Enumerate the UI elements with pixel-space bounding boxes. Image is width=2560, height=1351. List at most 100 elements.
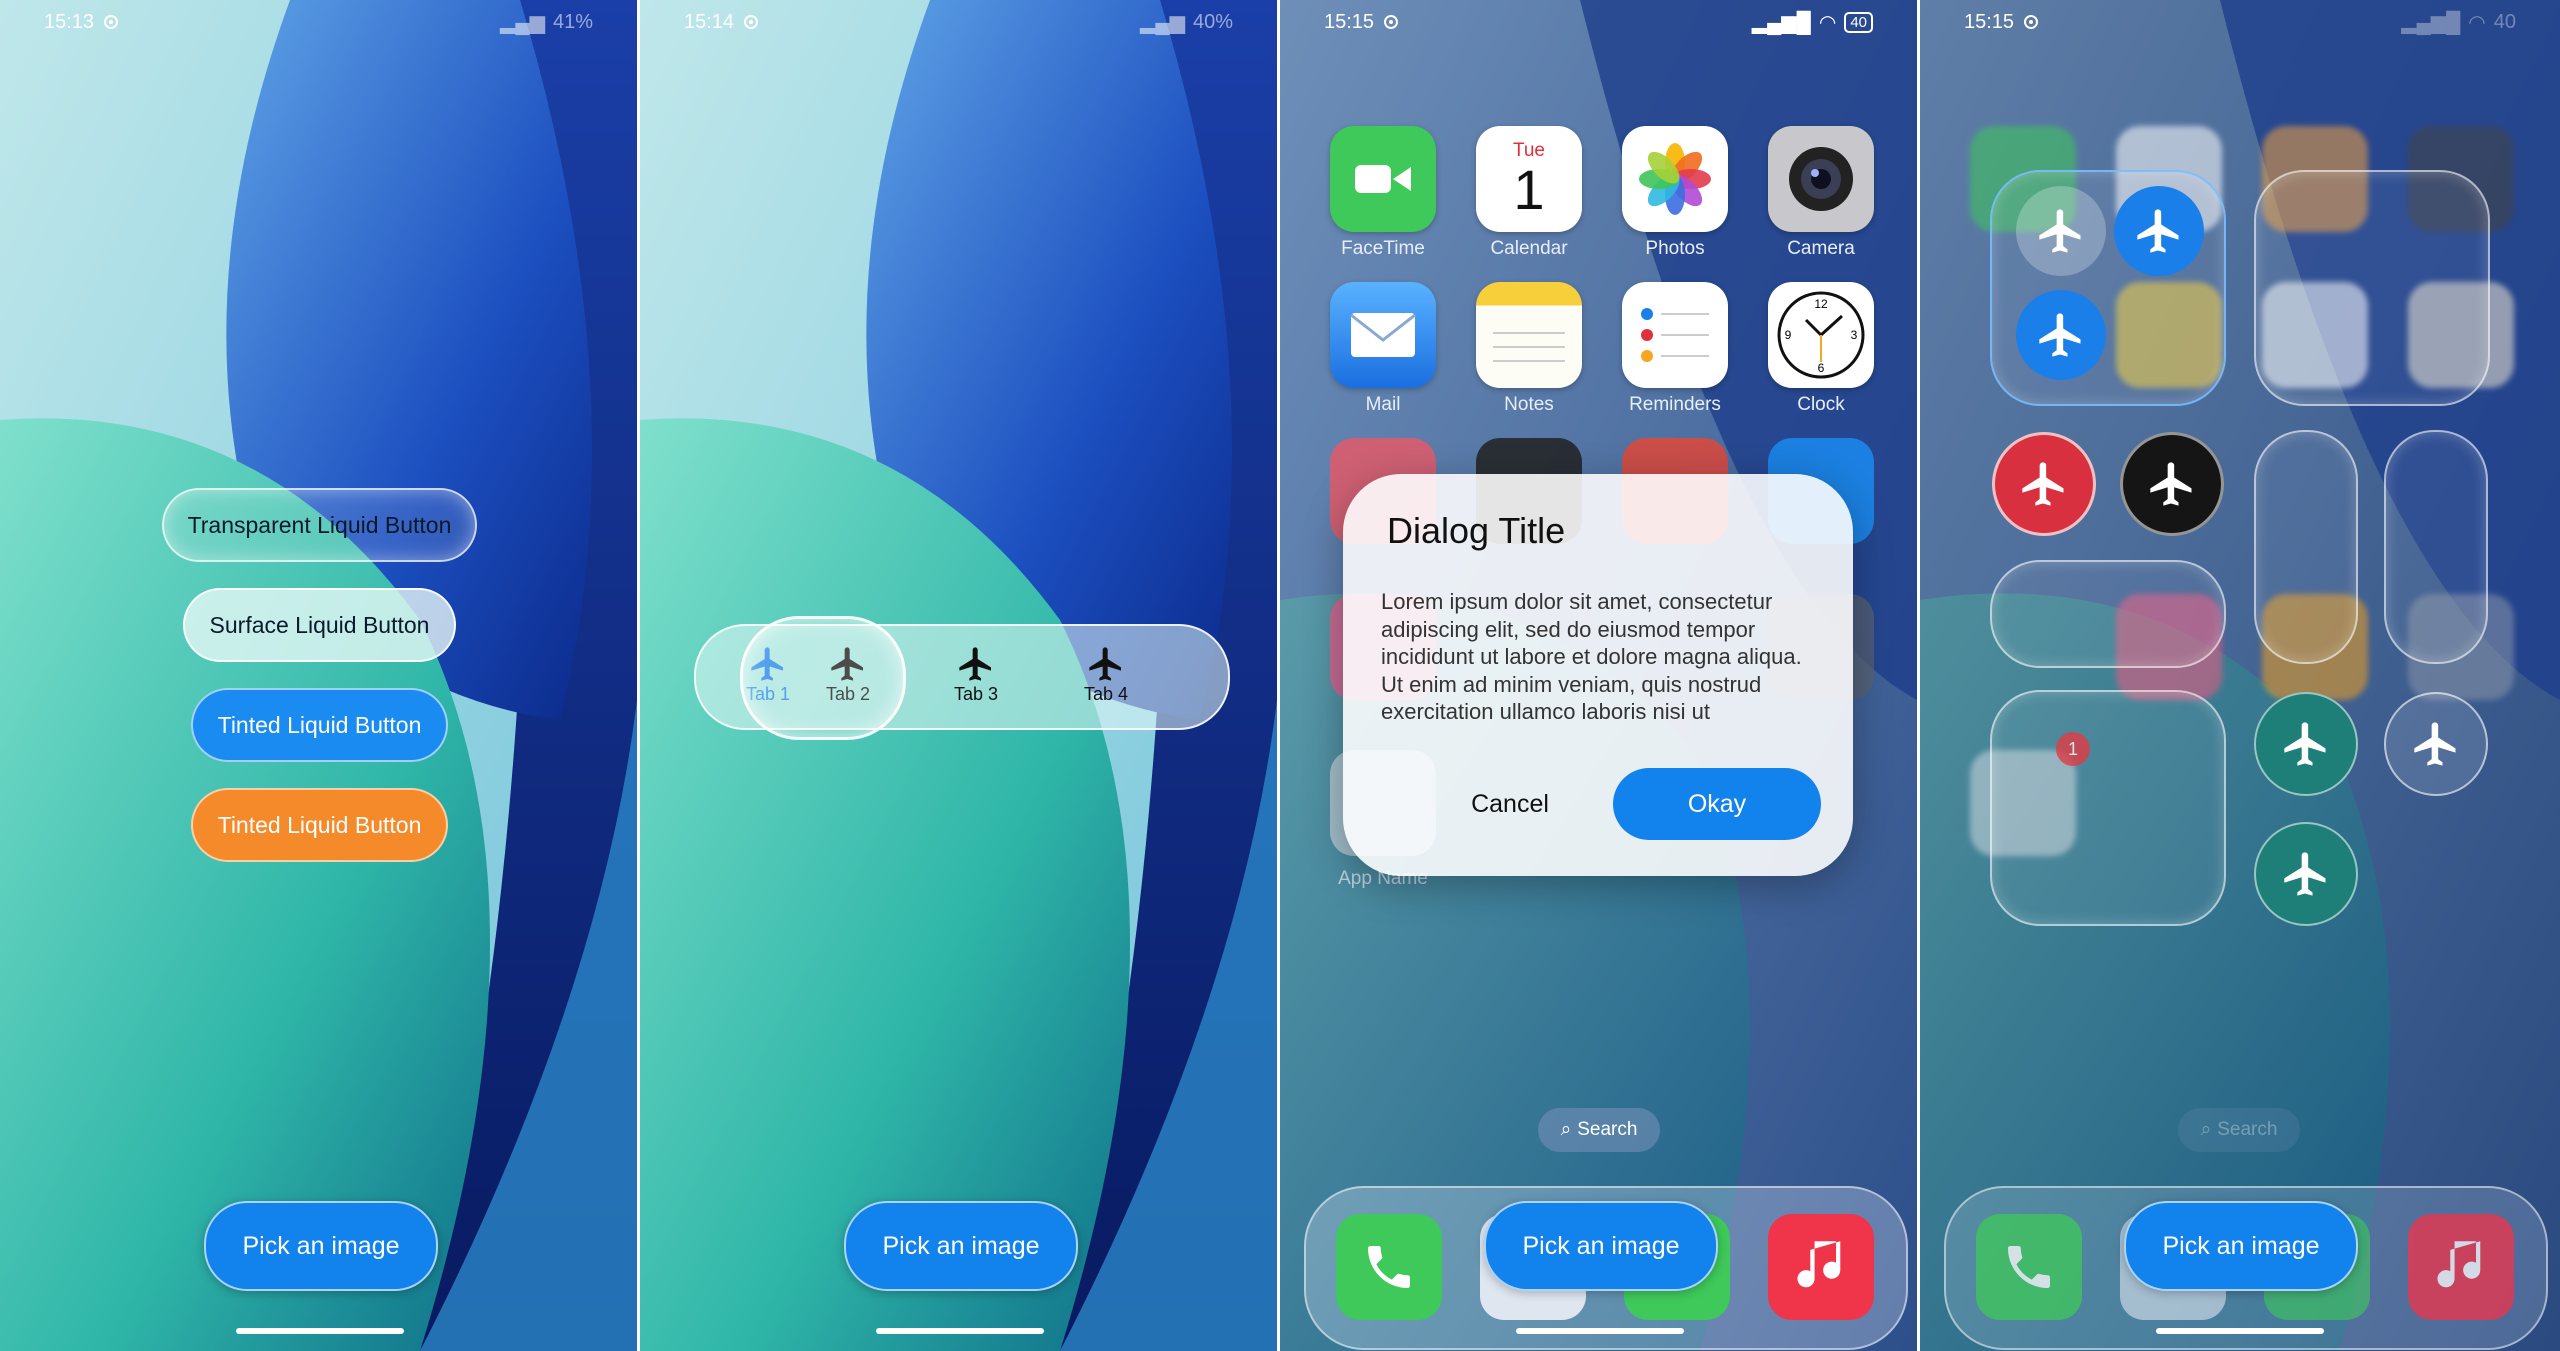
- status-bar: 15:15 ▂▄▆█ ◠ 40: [1324, 10, 1873, 34]
- home-indicator: [876, 1328, 1044, 1334]
- app-label: Notes: [1504, 394, 1554, 415]
- app-notes[interactable]: Notes: [1476, 282, 1582, 416]
- app-facetime[interactable]: FaceTime: [1330, 126, 1436, 260]
- surface-liquid-button[interactable]: Surface Liquid Button: [183, 588, 456, 662]
- wifi-icon: ◠: [1818, 11, 1837, 34]
- airplane-button-blue[interactable]: [2114, 186, 2204, 276]
- app-mail[interactable]: Mail: [1330, 282, 1436, 416]
- tab-selection-lens[interactable]: [740, 616, 906, 740]
- location-icon: [104, 15, 119, 29]
- home-indicator: [2156, 1328, 2324, 1334]
- screen-1: 15:13 ▂▄▆ 41% Transparent Liquid Button S…: [0, 0, 637, 1351]
- search-pill[interactable]: ⌕ Search: [1538, 1108, 1660, 1152]
- home-indicator: [1516, 1328, 1684, 1334]
- airplane-icon: [2284, 852, 2326, 896]
- dialog-title: Dialog Title: [1387, 510, 1566, 551]
- app-reminders[interactable]: Reminders: [1622, 282, 1728, 416]
- status-time: 15:15: [1964, 10, 2015, 33]
- clock-icon: 12 3 6 9: [1768, 282, 1874, 388]
- app-camera[interactable]: Camera: [1768, 126, 1874, 260]
- battery-level: 40%: [1192, 10, 1233, 33]
- pick-image-button[interactable]: Pick an image: [1484, 1201, 1718, 1291]
- tab-3[interactable]: Tab 3: [936, 644, 1016, 705]
- app-label: Camera: [1787, 238, 1855, 259]
- glass-square: [1990, 690, 2226, 926]
- search-label: Search: [1577, 1119, 1638, 1140]
- airplane-button-clear[interactable]: [2384, 692, 2488, 796]
- app-calendar[interactable]: Tue 1 Calendar: [1476, 126, 1582, 260]
- okay-button[interactable]: Okay: [1613, 768, 1821, 840]
- dialog-body: Lorem ipsum dolor sit amet, consectetur …: [1381, 589, 1802, 724]
- battery-level: 40: [1844, 11, 1873, 33]
- svg-text:9: 9: [1785, 328, 1792, 342]
- location-icon: [744, 15, 759, 29]
- svg-text:12: 12: [1814, 297, 1828, 311]
- signal-icon: ▂▄▆█: [2401, 11, 2461, 34]
- airplane-button-red[interactable]: [1992, 432, 2096, 536]
- airplane-button-dark[interactable]: [2120, 432, 2224, 536]
- location-icon: [2024, 15, 2039, 29]
- app-clock[interactable]: 12 3 6 9 Clock: [1768, 282, 1874, 416]
- signal-icon: ▂▄▆: [1140, 11, 1185, 34]
- pick-image-button[interactable]: Pick an image: [204, 1201, 438, 1291]
- app-label: Reminders: [1629, 394, 1721, 415]
- glass-pill: [1990, 560, 2226, 668]
- airplane-icon: [2137, 209, 2179, 253]
- airplane-icon: [2022, 462, 2064, 506]
- airplane-button-blue-2[interactable]: [2016, 290, 2106, 380]
- photos-icon: [1622, 126, 1728, 232]
- wallpaper: [0, 0, 637, 1351]
- signal-icon: ▂▄▆: [500, 11, 545, 34]
- glass-capsule-2: [2384, 430, 2488, 664]
- screen-3: 15:15 ▂▄▆█ ◠ 40 FaceTime Tue 1 Calendar: [1280, 0, 1917, 1351]
- cancel-button[interactable]: Cancel: [1415, 768, 1605, 840]
- svg-text:3: 3: [1851, 328, 1858, 342]
- home-indicator: [236, 1328, 404, 1334]
- airplane-icon: [1089, 647, 1121, 681]
- app-label: Calendar: [1490, 238, 1568, 259]
- music-icon[interactable]: [2408, 1214, 2514, 1320]
- tab-3-label: Tab 3: [953, 684, 999, 704]
- search-icon: ⌕: [2200, 1119, 2212, 1140]
- tab-4[interactable]: Tab 4: [1066, 644, 1146, 705]
- airplane-button-teal[interactable]: [2254, 692, 2358, 796]
- airplane-button-glass[interactable]: [2016, 186, 2106, 276]
- status-time: 15:13: [44, 10, 95, 33]
- calendar-date: 1: [1513, 158, 1545, 221]
- airplane-icon: [2039, 209, 2081, 253]
- reminders-icon: [1622, 282, 1728, 388]
- glass-group-empty: [2254, 170, 2490, 406]
- camera-icon: [1768, 126, 1874, 232]
- pick-image-button[interactable]: Pick an image: [2124, 1201, 2358, 1291]
- screen-4: 15:15 ▂▄▆█ ◠ 40 1 ⌕ Search Pick an image: [1920, 0, 2560, 1351]
- calendar-icon: Tue 1: [1476, 126, 1582, 232]
- airplane-button-teal-2[interactable]: [2254, 822, 2358, 926]
- pick-image-button[interactable]: Pick an image: [844, 1201, 1078, 1291]
- battery-level: 41%: [552, 10, 593, 33]
- phone-icon[interactable]: [1976, 1214, 2082, 1320]
- app-label: Clock: [1797, 394, 1845, 415]
- music-icon[interactable]: [1768, 1214, 1874, 1320]
- app-photos[interactable]: Photos: [1622, 126, 1728, 260]
- tab-4-label: Tab 4: [1083, 684, 1129, 704]
- glass-capsule-1: [2254, 430, 2358, 664]
- search-label: Search: [2217, 1119, 2278, 1140]
- status-bar: 15:15 ▂▄▆█ ◠ 40: [1964, 10, 2516, 34]
- search-pill[interactable]: ⌕ Search: [2178, 1108, 2300, 1152]
- tinted-liquid-button-blue[interactable]: Tinted Liquid Button: [191, 688, 448, 762]
- status-time: 15:15: [1324, 10, 1375, 33]
- transparent-liquid-button[interactable]: Transparent Liquid Button: [162, 488, 477, 562]
- app-label: Mail: [1365, 394, 1401, 415]
- airplane-icon: [959, 647, 991, 681]
- location-icon: [1384, 15, 1399, 29]
- status-bar: 15:14 ▂▄▆ 40%: [684, 10, 1233, 34]
- phone-icon[interactable]: [1336, 1214, 1442, 1320]
- signal-icon: ▂▄▆█: [1751, 11, 1811, 34]
- tinted-liquid-button-orange[interactable]: Tinted Liquid Button: [191, 788, 448, 862]
- search-icon: ⌕: [1560, 1119, 1572, 1140]
- mail-icon: [1330, 282, 1436, 388]
- facetime-icon: [1330, 126, 1436, 232]
- airplane-icon: [2039, 313, 2081, 357]
- airplane-icon: [2414, 722, 2456, 766]
- status-bar: 15:13 ▂▄▆ 41%: [44, 10, 593, 34]
